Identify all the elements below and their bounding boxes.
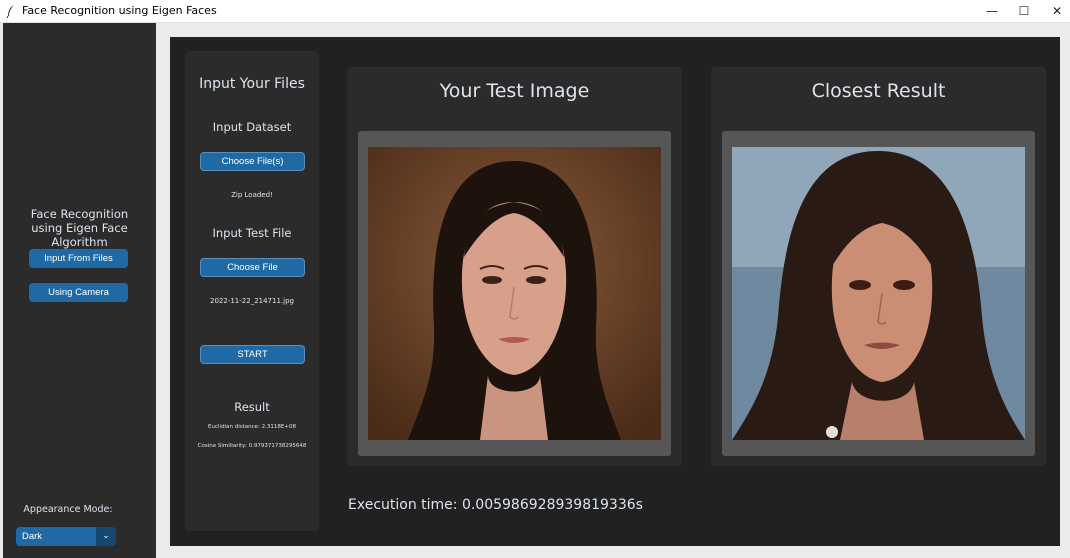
window-title: Face Recognition using Eigen Faces — [22, 4, 217, 17]
result-image-frame — [722, 131, 1035, 456]
euclidean-distance: Euclidian distance: 2.3118E+08 — [208, 424, 296, 430]
appearance-mode-label: Appearance Mode: — [23, 504, 113, 515]
result-face-image — [732, 147, 1025, 440]
result-title: Closest Result — [811, 80, 946, 102]
appearance-mode-value: Dark — [22, 531, 43, 542]
app-heading: Face Recognition using Eigen Face Algori… — [3, 207, 156, 249]
using-camera-button[interactable]: Using Camera — [29, 283, 128, 302]
sidebar: Face Recognition using Eigen Face Algori… — [3, 23, 156, 558]
test-image-frame — [358, 131, 671, 456]
test-image-title: Your Test Image — [439, 80, 590, 102]
choose-dataset-button[interactable]: Choose File(s) — [200, 152, 305, 171]
input-panel-title: Input Your Files — [199, 76, 305, 92]
result-label: Result — [234, 400, 270, 414]
title-bar: Face Recognition using Eigen Faces — ☐ ✕ — [0, 0, 1070, 23]
result-card: Closest Result — [711, 67, 1046, 466]
feather-icon — [6, 5, 14, 18]
test-file-name: 2022-11-22_214711.jpg — [210, 297, 294, 305]
app-window: Face Recognition using Eigen Face Algori… — [0, 23, 1070, 558]
dataset-status: Zip Loaded! — [231, 191, 273, 199]
dataset-label: Input Dataset — [212, 120, 292, 134]
test-file-label: Input Test File — [212, 226, 292, 240]
close-button[interactable]: ✕ — [1040, 0, 1070, 23]
cosine-similarity: Cosine Similiarity: 0.979371738295648 — [197, 443, 307, 449]
test-face-image — [368, 147, 661, 440]
maximize-button[interactable]: ☐ — [1007, 0, 1041, 23]
input-from-files-button[interactable]: Input From Files — [29, 249, 128, 268]
chevron-down-icon[interactable]: ⌄ — [96, 527, 116, 546]
app-heading-line2: using Eigen Face Algorithm — [31, 221, 128, 249]
input-panel: Input Your Files Input Dataset Choose Fi… — [185, 51, 319, 531]
main-area: Input Your Files Input Dataset Choose Fi… — [170, 37, 1060, 546]
minimize-button[interactable]: — — [975, 0, 1009, 23]
appearance-mode-select[interactable]: Dark ⌄ — [16, 527, 116, 546]
app-heading-line1: Face Recognition — [30, 207, 129, 221]
start-button[interactable]: START — [200, 345, 305, 364]
choose-test-file-button[interactable]: Choose File — [200, 258, 305, 277]
test-image-card: Your Test Image — [347, 67, 682, 466]
execution-time: Execution time: 0.005986928939819336s — [348, 497, 643, 513]
